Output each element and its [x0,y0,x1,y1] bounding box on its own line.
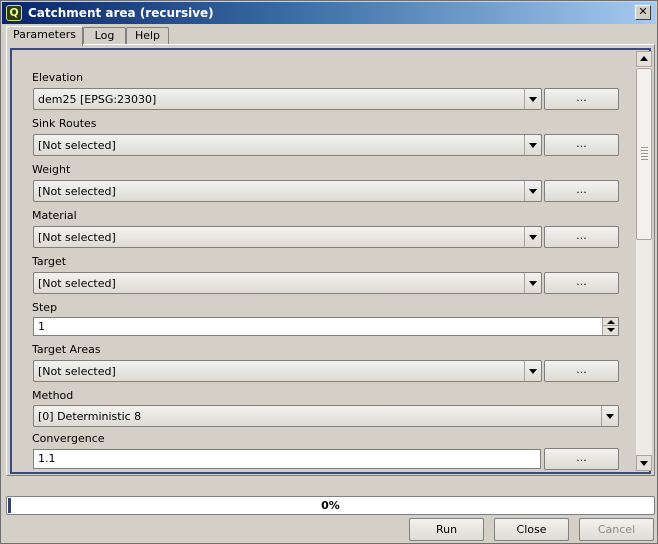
target-value: [Not selected] [38,277,116,290]
qgis-icon: Q [6,5,22,21]
tab-help[interactable]: Help [126,27,169,45]
run-button[interactable]: Run [409,518,484,541]
elevation-value: dem25 [EPSG:23030] [38,93,157,106]
target-areas-value: [Not selected] [38,365,116,378]
method-value: [0] Deterministic 8 [38,410,142,423]
material-browse-button[interactable]: ... [544,226,619,248]
tab-log[interactable]: Log [83,27,126,45]
title-bar[interactable]: Q Catchment area (recursive) ✕ [2,2,656,24]
grip-icon [641,147,648,161]
progress-bar: 0% [6,496,655,515]
scrollbar-thumb[interactable] [636,68,652,240]
weight-label: Weight [32,163,71,176]
chevron-down-icon[interactable] [524,135,541,155]
sink-routes-value: [Not selected] [38,139,116,152]
chevron-down-icon[interactable] [601,406,618,426]
elevation-combo[interactable]: dem25 [EPSG:23030] [33,88,542,110]
method-select[interactable]: [0] Deterministic 8 [33,405,619,427]
chevron-down-icon[interactable] [524,273,541,293]
parameters-panel: Elevation dem25 [EPSG:23030] ... Sink Ro… [6,44,655,476]
weight-value: [Not selected] [38,185,116,198]
parameters-form: Elevation dem25 [EPSG:23030] ... Sink Ro… [12,50,631,472]
parameters-scroll-area: Elevation dem25 [EPSG:23030] ... Sink Ro… [10,48,652,474]
convergence-input[interactable]: 1.1 [33,449,541,469]
tab-parameters[interactable]: Parameters [6,26,83,46]
cancel-button[interactable]: Cancel [579,518,654,541]
chevron-down-icon[interactable] [524,89,541,109]
step-stepper[interactable]: 1 [33,317,619,336]
vertical-scrollbar[interactable] [636,51,652,471]
weight-combo[interactable]: [Not selected] [33,180,542,202]
method-label: Method [32,389,74,402]
material-label: Material [32,209,77,222]
scroll-down-icon[interactable] [636,455,652,471]
stepper-up-icon[interactable] [603,318,618,326]
close-icon[interactable]: ✕ [635,5,651,20]
material-combo[interactable]: [Not selected] [33,226,542,248]
chevron-down-icon[interactable] [524,227,541,247]
chevron-down-icon[interactable] [524,361,541,381]
target-combo[interactable]: [Not selected] [33,272,542,294]
sink-routes-label: Sink Routes [32,117,97,130]
progress-label: 0% [321,499,340,512]
target-browse-button[interactable]: ... [544,272,619,294]
elevation-browse-button[interactable]: ... [544,88,619,110]
close-button[interactable]: Close [494,518,569,541]
target-label: Target [32,255,67,268]
sink-routes-browse-button[interactable]: ... [544,134,619,156]
dialog-window: Q Catchment area (recursive) ✕ Parameter… [0,0,658,544]
target-areas-browse-button[interactable]: ... [544,360,619,382]
convergence-label: Convergence [32,432,105,445]
scroll-up-icon[interactable] [636,51,652,67]
stepper-buttons [602,318,618,335]
elevation-label: Elevation [32,71,84,84]
convergence-browse-button[interactable]: ... [544,448,619,470]
step-value: 1 [38,320,45,333]
target-areas-label: Target Areas [32,343,101,356]
window-title: Catchment area (recursive) [28,6,214,20]
target-areas-combo[interactable]: [Not selected] [33,360,542,382]
material-value: [Not selected] [38,231,116,244]
sink-routes-combo[interactable]: [Not selected] [33,134,542,156]
weight-browse-button[interactable]: ... [544,180,619,202]
step-label: Step [32,301,58,314]
stepper-down-icon[interactable] [603,326,618,334]
chevron-down-icon[interactable] [524,181,541,201]
